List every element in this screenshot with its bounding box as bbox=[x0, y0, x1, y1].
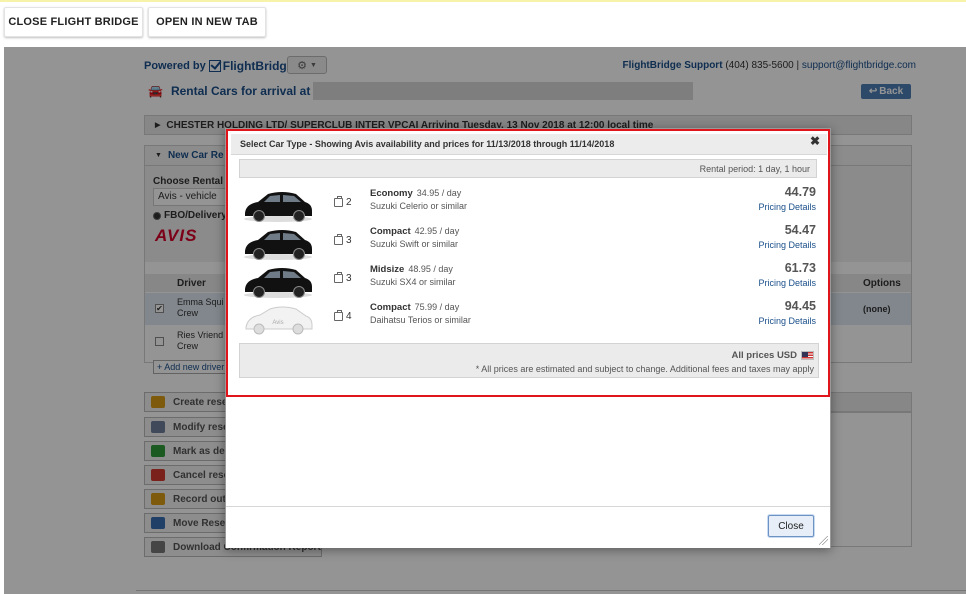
dialog-title: Select Car Type - Showing Avis availabil… bbox=[231, 134, 827, 155]
car-image bbox=[242, 189, 314, 223]
resize-grip-icon[interactable] bbox=[819, 536, 828, 545]
highlight-frame: Select Car Type - Showing Avis availabil… bbox=[226, 129, 830, 397]
pricing-details-link[interactable]: Pricing Details bbox=[758, 202, 816, 212]
us-flag-icon bbox=[801, 351, 814, 360]
car-price: 44.79 bbox=[784, 185, 816, 199]
car-image: Avis bbox=[242, 303, 314, 337]
luggage-capacity: 4 bbox=[334, 310, 352, 322]
car-class: Economy 34.95 / day bbox=[370, 188, 462, 199]
luggage-icon bbox=[334, 310, 343, 321]
price-disclaimer: * All prices are estimated and subject t… bbox=[475, 364, 814, 374]
car-option-row[interactable]: 3 Compact 42.95 / day Suzuki Swift or simil… bbox=[240, 223, 816, 261]
close-button[interactable]: Close bbox=[768, 515, 814, 537]
close-flight-bridge-button[interactable]: CLOSE FLIGHT BRIDGE bbox=[4, 7, 143, 37]
price-notice: All prices USD * All prices are estimate… bbox=[239, 343, 819, 378]
car-price: 61.73 bbox=[784, 261, 816, 275]
car-image bbox=[242, 265, 314, 299]
dialog-footer: Close bbox=[226, 506, 830, 548]
pricing-details-link[interactable]: Pricing Details bbox=[758, 278, 816, 288]
luggage-capacity: 3 bbox=[334, 272, 352, 284]
top-toolbar: CLOSE FLIGHT BRIDGE OPEN IN NEW TAB bbox=[0, 2, 966, 47]
car-model: Suzuki SX4 or similar bbox=[370, 277, 456, 287]
car-price: 54.47 bbox=[784, 223, 816, 237]
select-car-type-dialog: Select Car Type - Showing Avis availabil… bbox=[225, 128, 831, 548]
car-class: Midsize 48.95 / day bbox=[370, 264, 453, 275]
svg-text:Avis: Avis bbox=[272, 320, 283, 326]
all-prices-label: All prices USD bbox=[732, 350, 814, 361]
luggage-capacity: 3 bbox=[334, 234, 352, 246]
car-model: Suzuki Celerio or similar bbox=[370, 201, 468, 211]
close-icon[interactable]: ✖ bbox=[810, 134, 820, 148]
open-in-new-tab-button[interactable]: OPEN IN NEW TAB bbox=[148, 7, 266, 37]
car-class: Compact 42.95 / day bbox=[370, 226, 460, 237]
car-price: 94.45 bbox=[784, 299, 816, 313]
car-model: Suzuki Swift or similar bbox=[370, 239, 459, 249]
luggage-icon bbox=[334, 272, 343, 283]
pricing-details-link[interactable]: Pricing Details bbox=[758, 240, 816, 250]
rental-period: Rental period: 1 day, 1 hour bbox=[239, 159, 817, 178]
car-option-row[interactable]: 3 Midsize 48.95 / day Suzuki SX4 or similar… bbox=[240, 261, 816, 299]
car-model: Daihatsu Terios or similar bbox=[370, 315, 471, 325]
luggage-icon bbox=[334, 234, 343, 245]
pricing-details-link[interactable]: Pricing Details bbox=[758, 316, 816, 326]
car-option-row[interactable]: 2 Economy 34.95 / day Suzuki Celerio or sim… bbox=[240, 185, 816, 223]
luggage-icon bbox=[334, 196, 343, 207]
car-option-row[interactable]: Avis 4 Compact 75.99 / day Daihatsu Terios o… bbox=[240, 299, 816, 337]
luggage-capacity: 2 bbox=[334, 196, 352, 208]
car-class: Compact 75.99 / day bbox=[370, 302, 460, 313]
car-image bbox=[242, 227, 314, 261]
